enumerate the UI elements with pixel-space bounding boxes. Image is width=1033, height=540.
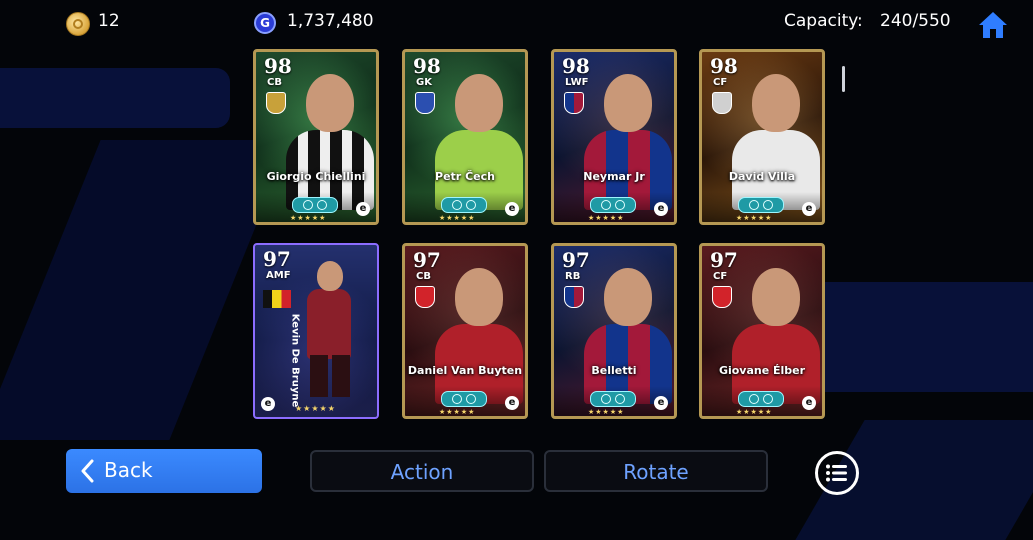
card-player-name: David Villa (728, 170, 796, 183)
card-position: AMF (266, 270, 291, 281)
player-card[interactable]: 97 RB Belletti ★★★★★ e (551, 243, 677, 419)
card-player-name: Belletti (591, 364, 637, 377)
player-image (604, 74, 652, 132)
card-rating: 98 (264, 54, 292, 78)
home-icon[interactable] (977, 10, 1009, 40)
skill-pill-icon (441, 197, 487, 213)
efootball-icon: e (505, 202, 519, 216)
card-player-name: Daniel Van Buyten (407, 364, 523, 377)
player-card[interactable]: 97 CF Giovane Élber ★★★★★ e (699, 243, 825, 419)
card-player-name: Giorgio Chiellini (266, 170, 366, 183)
card-position: CF (713, 77, 728, 88)
club-crest-icon (415, 286, 435, 308)
player-card[interactable]: 98 LWF Neymar Jr ★★★★★ e (551, 49, 677, 225)
skill-pill-icon (590, 197, 636, 213)
card-position: LWF (565, 77, 589, 88)
list-menu-button[interactable] (815, 451, 859, 495)
player-image (752, 268, 800, 326)
skill-pill-icon (738, 197, 784, 213)
player-card[interactable]: 97 AMF Kevin De Bruyne ★★★★★ e (253, 243, 379, 419)
gp-icon: G (254, 12, 276, 34)
stars-icon: ★★★★★ (736, 214, 773, 222)
stars-icon: ★★★★★ (439, 214, 476, 222)
player-card[interactable]: 98 CF David Villa ★★★★★ e (699, 49, 825, 225)
card-position: RB (565, 271, 581, 282)
card-position: CF (713, 271, 728, 282)
rotate-button-label: Rotate (623, 460, 689, 484)
card-position: CB (267, 77, 282, 88)
skill-pill-icon (441, 391, 487, 407)
player-image (752, 74, 800, 132)
efootball-icon: e (654, 202, 668, 216)
card-rating: 97 (413, 248, 441, 272)
club-crest-icon (564, 92, 584, 114)
efootball-icon: e (802, 202, 816, 216)
skill-pill-icon (292, 197, 338, 213)
stars-icon: ★★★★★ (736, 408, 773, 416)
background-shape (805, 282, 1033, 392)
action-button-label: Action (390, 460, 454, 484)
player-image (317, 261, 343, 291)
card-player-name: Giovane Élber (718, 364, 806, 377)
card-rating: 98 (562, 54, 590, 78)
player-card[interactable]: 97 CB Daniel Van Buyten ★★★★★ e (402, 243, 528, 419)
player-image (455, 268, 503, 326)
efootball-icon: e (505, 396, 519, 410)
belgium-flag-icon (263, 290, 291, 308)
club-crest-icon (266, 92, 286, 114)
stars-icon: ★★★★★ (290, 214, 327, 222)
coin-count: 12 (98, 11, 120, 31)
player-card[interactable]: 98 CB Giorgio Chiellini ★★★★★ e (253, 49, 379, 225)
coin-icon (66, 12, 90, 36)
capacity-value: 240/550 (880, 11, 951, 31)
back-button-label: Back (104, 458, 153, 482)
player-image (310, 355, 350, 397)
efootball-icon: e (654, 396, 668, 410)
efootball-icon: e (356, 202, 370, 216)
card-rating: 97 (562, 248, 590, 272)
gp-count: 1,737,480 (287, 11, 374, 31)
stars-icon: ★★★★★ (295, 404, 336, 413)
back-button[interactable]: Back (66, 449, 262, 493)
card-rating: 97 (263, 247, 291, 271)
player-card[interactable]: 98 GK Petr Čech ★★★★★ e (402, 49, 528, 225)
card-position: CB (416, 271, 431, 282)
top-bar: 12 G 1,737,480 Capacity: 240/550 (0, 8, 1033, 38)
skill-pill-icon (590, 391, 636, 407)
club-crest-icon (564, 286, 584, 308)
stars-icon: ★★★★★ (588, 408, 625, 416)
club-crest-icon (712, 92, 732, 114)
card-position: GK (416, 77, 432, 88)
card-rating: 98 (413, 54, 441, 78)
action-button[interactable]: Action (310, 450, 534, 492)
card-rating: 98 (710, 54, 738, 78)
player-image (455, 74, 503, 132)
card-player-name: Neymar Jr (583, 170, 645, 183)
efootball-icon: e (802, 396, 816, 410)
card-player-name: Petr Čech (435, 170, 495, 183)
scrollbar[interactable] (842, 66, 845, 92)
player-image (604, 268, 652, 326)
stars-icon: ★★★★★ (439, 408, 476, 416)
chevron-left-icon (81, 459, 94, 483)
capacity-label: Capacity: (784, 11, 863, 31)
club-crest-icon (712, 286, 732, 308)
background-shape (0, 140, 291, 440)
player-image (307, 289, 351, 359)
rotate-button[interactable]: Rotate (544, 450, 768, 492)
card-rating: 97 (710, 248, 738, 272)
club-crest-icon (415, 92, 435, 114)
stars-icon: ★★★★★ (588, 214, 625, 222)
list-icon (826, 464, 847, 482)
efootball-icon: e (261, 397, 275, 411)
card-player-name: Kevin De Bruyne (289, 313, 301, 408)
player-image (306, 74, 354, 132)
skill-pill-icon (738, 391, 784, 407)
background-shape (0, 68, 230, 128)
